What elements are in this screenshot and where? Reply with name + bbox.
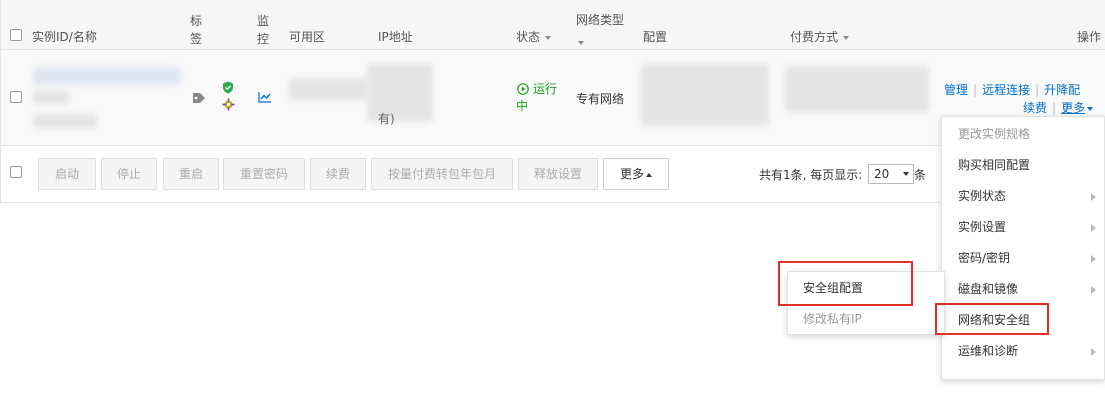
pagination-suffix: 条 bbox=[914, 168, 927, 182]
chevron-down-icon bbox=[903, 172, 909, 176]
menu-item-label: 运维和诊断 bbox=[958, 344, 1019, 358]
resize-link[interactable]: 升降配 bbox=[1044, 83, 1080, 97]
chevron-right-icon bbox=[1091, 193, 1096, 201]
chevron-right-icon bbox=[1091, 224, 1096, 232]
menu-item-network-security-group[interactable]: 网络和安全组 bbox=[942, 305, 1105, 336]
column-instance: 实例ID/名称 bbox=[32, 30, 97, 44]
menu-item-label: 更改实例规格 bbox=[958, 127, 1031, 141]
submenu-item-label: 修改私有IP bbox=[803, 312, 862, 326]
column-actions: 操作 bbox=[1077, 30, 1102, 44]
remote-connect-link[interactable]: 远程连接 bbox=[982, 83, 1030, 97]
menu-item-password-key[interactable]: 密码/密钥 bbox=[942, 243, 1105, 274]
convert-billing-button[interactable]: 按量付费转包年包月 bbox=[371, 158, 513, 190]
more-actions-link[interactable]: 更多 bbox=[1061, 101, 1094, 115]
column-tag: 标签 bbox=[190, 14, 203, 46]
menu-item-label: 密码/密钥 bbox=[958, 251, 1011, 265]
column-status-label: 状态 bbox=[516, 30, 541, 44]
redacted-billing bbox=[785, 66, 929, 112]
shield-icon[interactable] bbox=[222, 81, 234, 94]
monitor-chart-icon[interactable] bbox=[258, 91, 272, 103]
redacted-ip bbox=[367, 64, 433, 122]
submenu-item-modify-private-ip[interactable]: 修改私有IP bbox=[788, 304, 944, 335]
column-ip: IP地址 bbox=[378, 30, 413, 44]
network-security-submenu: 安全组配置 修改私有IP bbox=[787, 271, 945, 335]
menu-item-ops-diagnosis[interactable]: 运维和诊断 bbox=[942, 336, 1105, 367]
footer-select-all-checkbox[interactable] bbox=[10, 166, 22, 178]
ip-partial-text: 有) bbox=[378, 112, 395, 126]
row-actions-line1: 管理 | 远程连接 | 升降配 bbox=[944, 81, 1080, 98]
restart-button[interactable]: 重启 bbox=[163, 158, 219, 190]
divider: | bbox=[1035, 83, 1040, 97]
redacted-instance-name-2 bbox=[33, 114, 97, 128]
menu-item-label: 实例状态 bbox=[958, 189, 1007, 203]
renew-button[interactable]: 续费 bbox=[310, 158, 366, 190]
page-size-select[interactable]: 20 bbox=[868, 164, 914, 184]
menu-item-instance-settings[interactable]: 实例设置 bbox=[942, 212, 1105, 243]
select-all-checkbox[interactable] bbox=[10, 29, 22, 41]
chevron-down-icon bbox=[1087, 106, 1094, 111]
menu-item-label: 磁盘和镜像 bbox=[958, 282, 1019, 296]
menu-item-label: 实例设置 bbox=[958, 220, 1007, 234]
column-network-type-label: 网络类型 bbox=[576, 13, 625, 27]
manage-link[interactable]: 管理 bbox=[944, 83, 968, 97]
menu-item-buy-same-config[interactable]: 购买相同配置 bbox=[942, 150, 1105, 181]
pagination-total: 共有1条, 每页显示: bbox=[759, 168, 863, 182]
page-size-value: 20 bbox=[874, 167, 890, 181]
tag-icon[interactable] bbox=[192, 92, 206, 104]
chevron-right-icon bbox=[1091, 286, 1096, 294]
chevron-down-icon bbox=[578, 40, 584, 45]
release-settings-button[interactable]: 释放设置 bbox=[518, 158, 598, 190]
divider: | bbox=[1052, 101, 1057, 115]
submenu-item-security-group-config[interactable]: 安全组配置 bbox=[788, 273, 944, 304]
chevron-down-icon bbox=[545, 35, 552, 40]
redacted-zone bbox=[289, 78, 369, 100]
table-row: 有) 运行中 专有网络 管理 | 远程连接 | 升降配 续费 | 更多 bbox=[1, 50, 1105, 146]
chevron-right-icon bbox=[1091, 255, 1096, 263]
divider: | bbox=[973, 83, 978, 97]
more-button[interactable]: 更多 bbox=[603, 158, 669, 190]
status-badge: 运行中 bbox=[516, 82, 558, 113]
redacted-instance-name bbox=[33, 90, 69, 104]
column-status[interactable]: 状态 bbox=[516, 30, 552, 44]
redacted-config bbox=[641, 64, 769, 126]
column-network-type[interactable]: 网络类型 bbox=[576, 13, 624, 49]
chevron-right-icon bbox=[1091, 348, 1096, 356]
menu-item-disk-image[interactable]: 磁盘和镜像 bbox=[942, 274, 1105, 305]
redacted-instance-id bbox=[33, 67, 181, 85]
network-type-value: 专有网络 bbox=[576, 92, 625, 106]
menu-item-instance-status[interactable]: 实例状态 bbox=[942, 181, 1105, 212]
gear-icon[interactable] bbox=[222, 98, 235, 111]
chevron-up-icon bbox=[646, 172, 652, 177]
row-actions-line2: 续费 | 更多 bbox=[1023, 99, 1094, 116]
start-button[interactable]: 启动 bbox=[38, 158, 96, 190]
table-header: 实例ID/名称 标签 监控 可用区 IP地址 状态 网络类型 配置 付费方式 操… bbox=[1, 0, 1105, 50]
column-zone: 可用区 bbox=[289, 30, 326, 44]
column-monitor: 监控 bbox=[257, 14, 270, 46]
reset-password-button[interactable]: 重置密码 bbox=[223, 158, 305, 190]
more-button-label: 更多 bbox=[619, 167, 644, 181]
menu-item-label: 购买相同配置 bbox=[958, 158, 1031, 172]
stop-button[interactable]: 停止 bbox=[101, 158, 157, 190]
more-actions-label: 更多 bbox=[1061, 101, 1086, 115]
menu-item-label: 网络和安全组 bbox=[958, 313, 1031, 327]
row-checkbox[interactable] bbox=[10, 91, 22, 103]
column-billing-label: 付费方式 bbox=[790, 30, 839, 44]
column-billing[interactable]: 付费方式 bbox=[790, 30, 850, 44]
submenu-item-label: 安全组配置 bbox=[803, 281, 864, 295]
column-config: 配置 bbox=[643, 30, 668, 44]
renew-link[interactable]: 续费 bbox=[1023, 101, 1047, 115]
more-actions-menu: 更改实例规格 购买相同配置 实例状态 实例设置 密码/密钥 磁盘和镜像 网络和安… bbox=[941, 116, 1105, 380]
chevron-down-icon bbox=[843, 35, 850, 40]
menu-item-change-spec[interactable]: 更改实例规格 bbox=[942, 119, 1105, 150]
